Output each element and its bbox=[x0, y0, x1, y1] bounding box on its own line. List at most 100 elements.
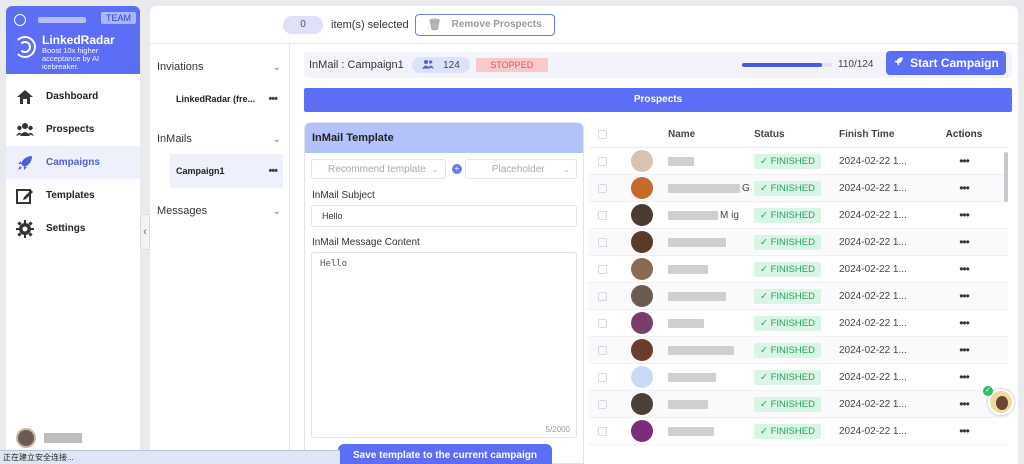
prospect-name-blurred bbox=[668, 426, 714, 436]
avatar bbox=[631, 312, 653, 334]
nav-item-dashboard[interactable]: Dashboard bbox=[6, 80, 140, 113]
prospect-name-cell[interactable] bbox=[668, 291, 754, 301]
row-checkbox[interactable] bbox=[597, 372, 607, 382]
prospect-name-cell[interactable] bbox=[668, 237, 754, 247]
campaign-item[interactable]: LinkedRadar (fre... ••• bbox=[170, 82, 283, 116]
recommend-template-placeholder: Recommend template bbox=[328, 163, 426, 175]
prospect-name-blurred bbox=[668, 237, 726, 247]
row-actions-more-icon[interactable]: ••• bbox=[939, 235, 989, 249]
nav-item-prospects[interactable]: Prospects bbox=[6, 113, 140, 146]
row-actions-more-icon[interactable]: ••• bbox=[939, 370, 989, 384]
status-badge: ✓ FINISHED bbox=[754, 396, 821, 412]
status-badge: ✓ FINISHED bbox=[754, 261, 821, 277]
prospect-name-cell[interactable] bbox=[668, 426, 754, 436]
row-checkbox[interactable] bbox=[597, 210, 607, 220]
column-header-finish-time: Finish Time bbox=[839, 129, 895, 140]
status-label: FINISHED bbox=[770, 344, 815, 356]
avatar bbox=[631, 339, 653, 361]
save-template-button[interactable]: Save template to the current campaign bbox=[338, 444, 552, 464]
subject-input[interactable]: Hello bbox=[311, 205, 577, 227]
group-header-messages[interactable]: Messages ⌄ bbox=[150, 200, 289, 222]
sidebar-collapse-handle[interactable]: ‹ bbox=[140, 214, 150, 250]
nav-label-prospects: Prospects bbox=[46, 124, 95, 135]
nav-label-dashboard: Dashboard bbox=[46, 91, 99, 102]
row-actions-more-icon[interactable]: ••• bbox=[939, 343, 989, 357]
nav-item-campaigns[interactable]: Campaigns bbox=[6, 146, 140, 179]
row-actions-more-icon[interactable]: ••• bbox=[939, 154, 989, 168]
row-actions-more-icon[interactable]: ••• bbox=[939, 181, 989, 195]
group-header-inmails[interactable]: InMails ⌄ bbox=[150, 128, 289, 150]
prospect-name-cell[interactable] bbox=[668, 345, 754, 355]
prospect-name-cell[interactable] bbox=[668, 264, 754, 274]
table-row[interactable]: M ig ✓ FINISHED 2024-02-22 1... ••• bbox=[588, 202, 1008, 229]
row-checkbox[interactable] bbox=[597, 345, 607, 355]
avatar bbox=[631, 204, 653, 226]
more-icon[interactable]: ••• bbox=[268, 93, 278, 105]
row-checkbox[interactable] bbox=[597, 156, 607, 166]
main-panel: 0 item(s) selected 🗑 Remove Prospects In… bbox=[150, 6, 1018, 464]
row-checkbox[interactable] bbox=[597, 318, 607, 328]
users-icon bbox=[421, 59, 434, 72]
group-header-invitations[interactable]: Inviations ⌄ bbox=[150, 56, 289, 78]
remove-prospects-button[interactable]: 🗑 Remove Prospects bbox=[414, 13, 555, 36]
select-all-checkbox[interactable] bbox=[597, 130, 607, 139]
online-check-icon: ✓ bbox=[983, 386, 993, 396]
avatar bbox=[996, 396, 1008, 410]
nav-item-templates[interactable]: Templates bbox=[6, 179, 140, 212]
row-checkbox[interactable] bbox=[597, 399, 607, 409]
home-icon bbox=[16, 88, 34, 106]
prospect-name-blurred bbox=[668, 372, 716, 382]
table-row[interactable]: ✓ FINISHED 2024-02-22 1... ••• bbox=[588, 337, 1008, 364]
status-badge: ✓ FINISHED bbox=[754, 180, 821, 196]
prospect-name-cell[interactable] bbox=[668, 156, 754, 166]
row-actions-more-icon[interactable]: ••• bbox=[939, 424, 989, 438]
table-row[interactable]: ✓ FINISHED 2024-02-22 1... ••• bbox=[588, 364, 1008, 391]
table-row[interactable]: G ✓ FINISHED 2024-02-22 1... ••• bbox=[588, 175, 1008, 202]
table-row[interactable]: ✓ FINISHED 2024-02-22 1... ••• bbox=[588, 256, 1008, 283]
avatar bbox=[631, 177, 653, 199]
message-textarea[interactable]: Hello 5/2000 bbox=[311, 252, 577, 438]
campaign-item-selected[interactable]: Campaign1 ••• bbox=[170, 154, 283, 188]
campaign-progress-bar bbox=[742, 63, 832, 67]
prospect-name-cell[interactable] bbox=[668, 372, 754, 382]
table-row[interactable]: ✓ FINISHED 2024-02-22 1... ••• bbox=[588, 148, 1008, 175]
finish-time: 2024-02-22 1... bbox=[839, 209, 907, 221]
template-header: InMail Template bbox=[305, 123, 583, 153]
row-checkbox[interactable] bbox=[597, 237, 607, 247]
row-checkbox[interactable] bbox=[597, 291, 607, 301]
prospect-name-cell[interactable]: M ig bbox=[668, 210, 754, 221]
campaign-content: InMail : Campaign1 124 STOPPED 110/124 S… bbox=[304, 44, 1012, 464]
prospect-name: M ig bbox=[720, 209, 739, 221]
row-actions-more-icon[interactable]: ••• bbox=[939, 208, 989, 222]
row-actions-more-icon[interactable]: ••• bbox=[939, 262, 989, 276]
prospect-name-cell[interactable] bbox=[668, 399, 754, 409]
gear-icon bbox=[16, 219, 34, 238]
table-row[interactable]: ✓ FINISHED 2024-02-22 1... ••• bbox=[588, 391, 1008, 418]
table-row[interactable]: ✓ FINISHED 2024-02-22 1... ••• bbox=[588, 418, 1008, 445]
row-checkbox[interactable] bbox=[597, 183, 607, 193]
row-actions-more-icon[interactable]: ••• bbox=[939, 289, 989, 303]
start-campaign-button[interactable]: Start Campaign bbox=[886, 51, 1006, 75]
placeholder-select[interactable]: Placeholder ⌄ bbox=[464, 159, 578, 179]
nav-item-settings[interactable]: Settings bbox=[6, 212, 140, 245]
brand-header: TEAM LinkedRadar Boost 10x higher accept… bbox=[6, 6, 140, 74]
current-user[interactable] bbox=[16, 428, 82, 448]
prospect-name-cell[interactable]: G bbox=[668, 183, 754, 194]
table-scrollbar[interactable] bbox=[1004, 152, 1008, 202]
chevron-left-icon: ‹ bbox=[143, 226, 147, 238]
status-label: FINISHED bbox=[770, 398, 815, 410]
table-row[interactable]: ✓ FINISHED 2024-02-22 1... ••• bbox=[588, 310, 1008, 337]
prospect-name-cell[interactable] bbox=[668, 318, 754, 328]
user-name-blurred bbox=[44, 433, 82, 443]
account-name-blurred bbox=[38, 17, 86, 23]
more-icon[interactable]: ••• bbox=[268, 165, 278, 177]
row-checkbox[interactable] bbox=[597, 264, 607, 274]
recommend-template-select[interactable]: Recommend template ⌄ bbox=[311, 159, 446, 179]
plus-icon[interactable]: + bbox=[451, 164, 462, 174]
row-checkbox[interactable] bbox=[597, 426, 607, 436]
row-actions-more-icon[interactable]: ••• bbox=[939, 316, 989, 330]
table-row[interactable]: ✓ FINISHED 2024-02-22 1... ••• bbox=[588, 283, 1008, 310]
table-row[interactable]: ✓ FINISHED 2024-02-22 1... ••• bbox=[588, 229, 1008, 256]
subject-label: InMail Subject bbox=[312, 190, 375, 201]
row-actions-more-icon[interactable]: ••• bbox=[939, 397, 989, 411]
